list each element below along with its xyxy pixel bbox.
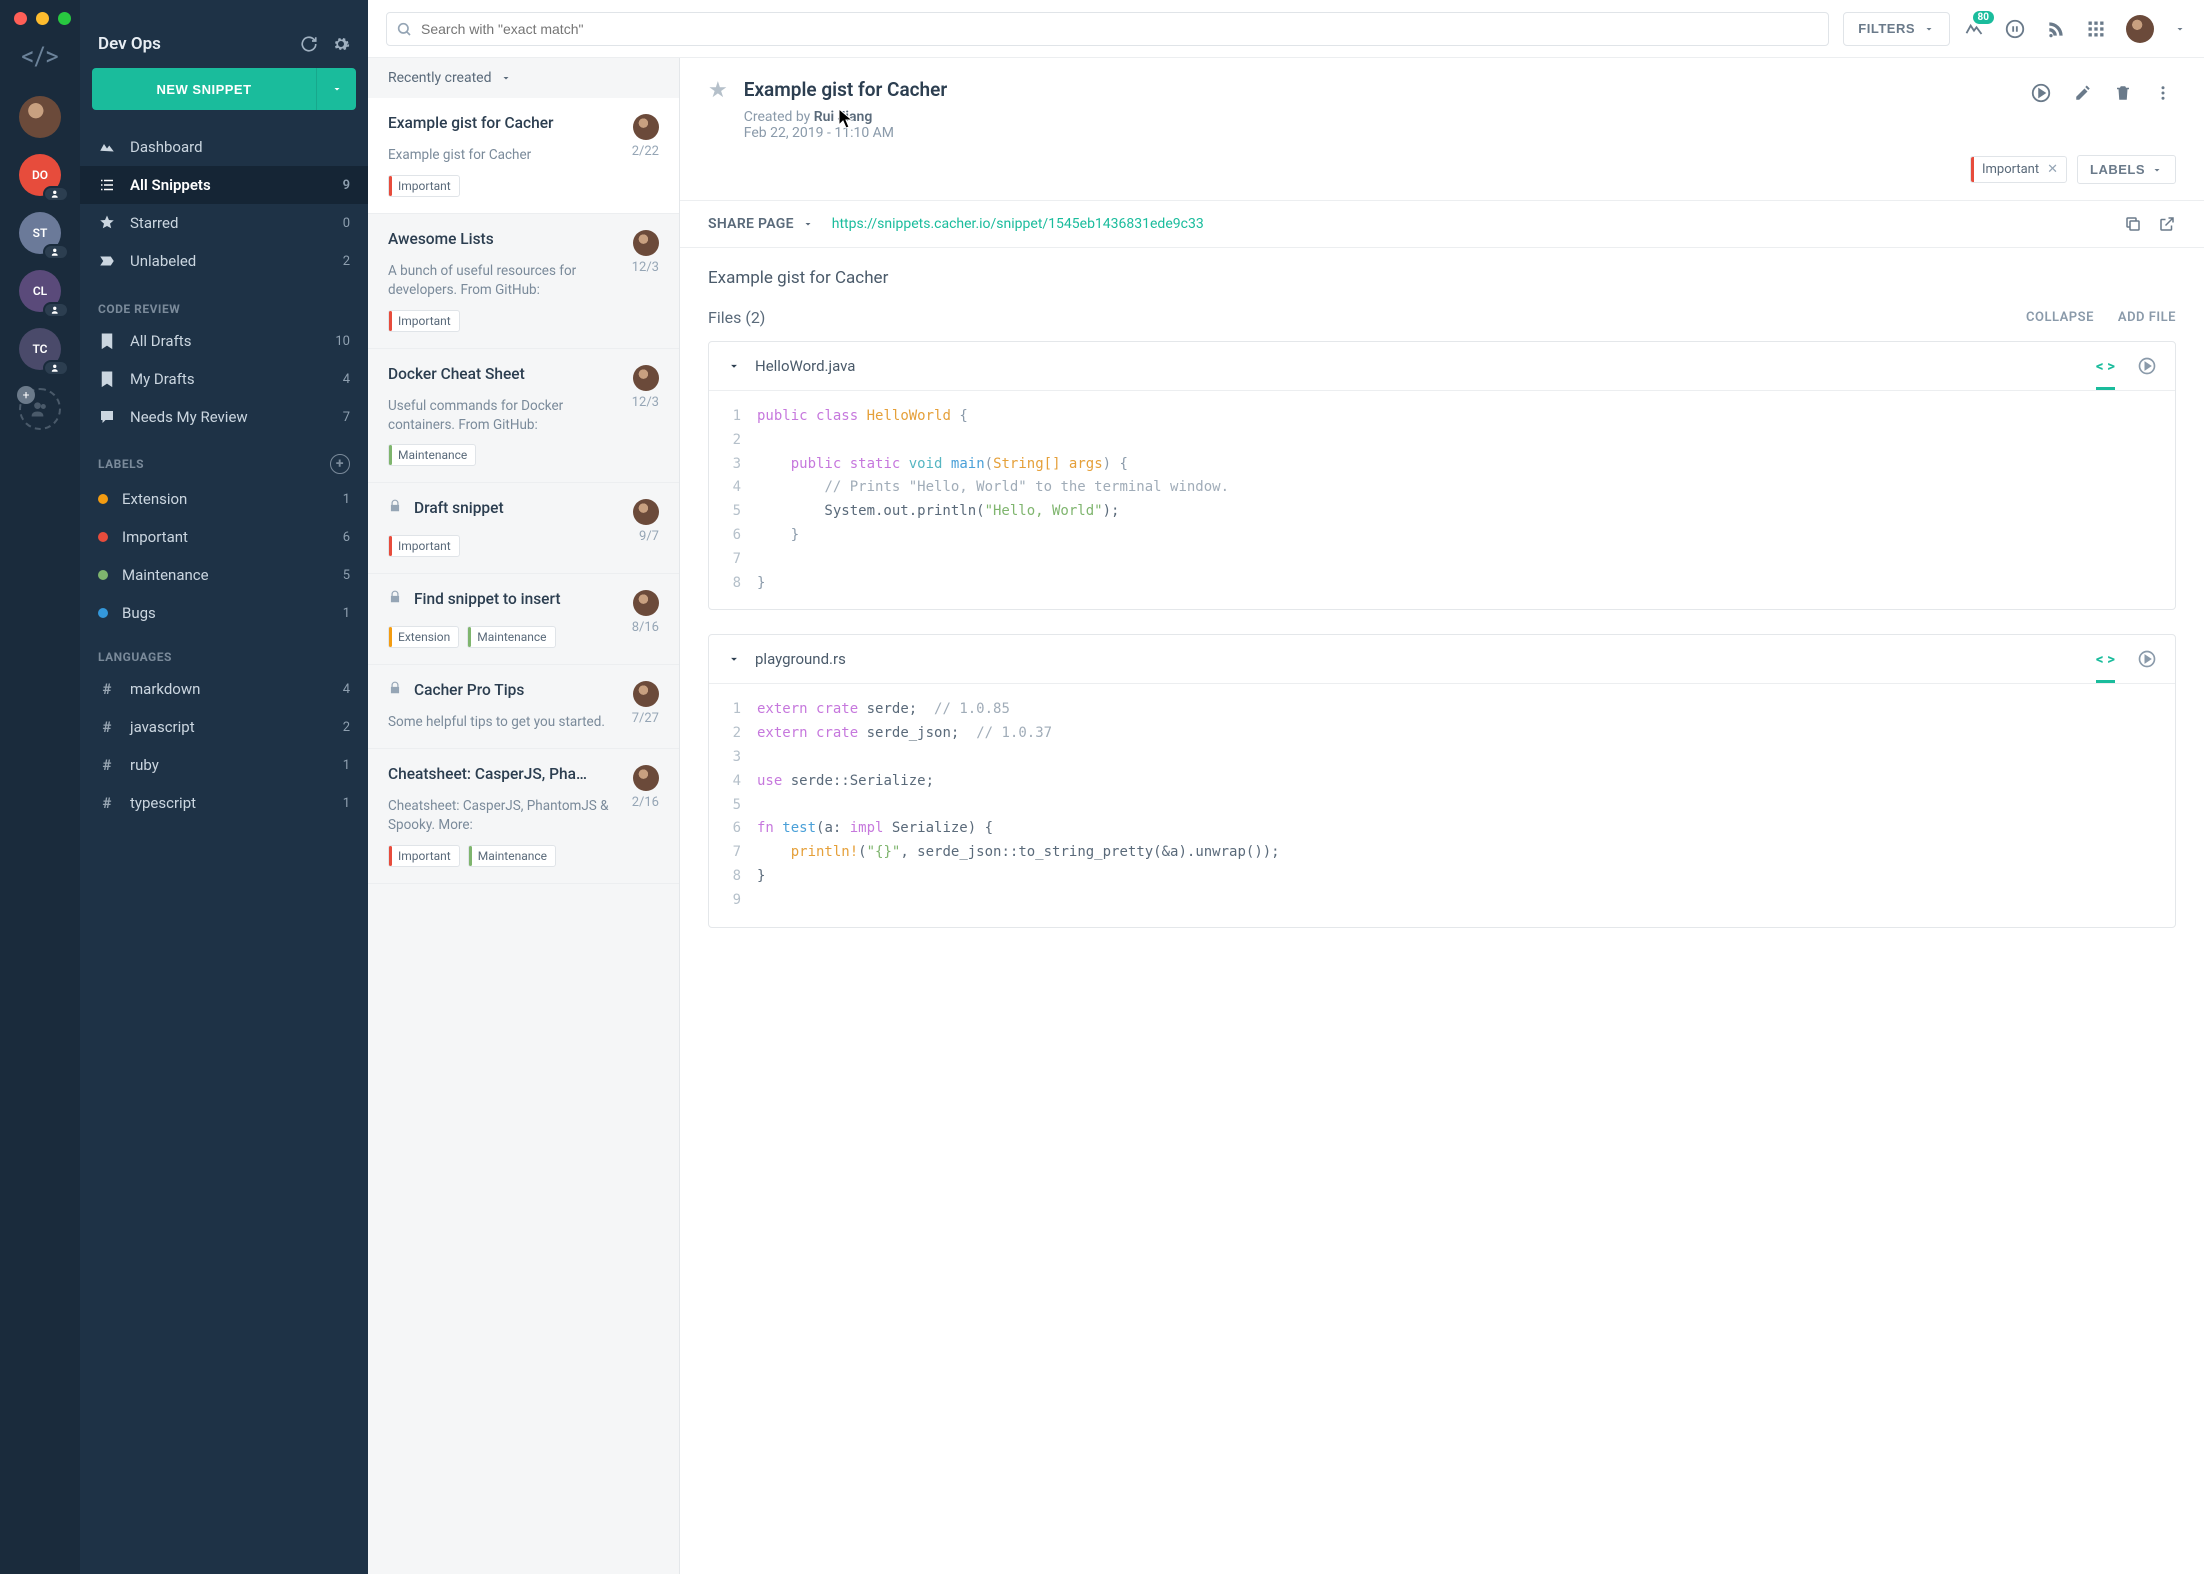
snippet-title: Example gist for Cacher: [744, 78, 2010, 101]
file-card: HelloWord.java< >1public class HelloWorl…: [708, 341, 2176, 610]
copy-icon[interactable]: [2124, 215, 2142, 233]
file-card: playground.rs< >1extern crate serde; // …: [708, 634, 2176, 927]
more-icon[interactable]: [2150, 80, 2176, 106]
language-markdown[interactable]: #markdown4: [80, 670, 368, 708]
run-file-icon[interactable]: [2137, 649, 2157, 669]
maximize-window[interactable]: [58, 12, 71, 25]
label-important[interactable]: Important6: [80, 518, 368, 556]
snippet-meta: Created by Rui Jiang Feb 22, 2019 - 11:1…: [744, 109, 2010, 141]
label-extension[interactable]: Extension1: [80, 480, 368, 518]
label-chip[interactable]: Important ✕: [1970, 156, 2067, 183]
new-snippet-button[interactable]: NEW SNIPPET: [92, 68, 316, 110]
author-avatar: [633, 765, 659, 791]
author-avatar: [633, 681, 659, 707]
snippet-description: Example gist for Cacher: [708, 268, 2176, 288]
team-avatar-user[interactable]: [19, 96, 61, 138]
chevron-down-icon[interactable]: [727, 359, 741, 373]
workspace-title: Dev Ops: [98, 34, 161, 54]
team-rail: </> DO ST CL TC +: [0, 0, 80, 1574]
code-view-icon[interactable]: < >: [2096, 357, 2115, 390]
star-icon[interactable]: ★: [708, 78, 728, 103]
share-url[interactable]: https://snippets.cacher.io/snippet/1545e…: [832, 216, 2106, 232]
remove-label-icon[interactable]: ✕: [2047, 162, 2058, 177]
rss-icon[interactable]: [2046, 19, 2066, 39]
nav-unlabeled[interactable]: Unlabeled2: [80, 242, 368, 280]
labels-button[interactable]: LABELS: [2077, 155, 2176, 184]
share-page-button[interactable]: SHARE PAGE: [708, 216, 814, 232]
nav-all-snippets[interactable]: All Snippets9: [80, 166, 368, 204]
review-all-drafts[interactable]: All Drafts10: [80, 322, 368, 360]
section-labels: LABELS +: [80, 436, 368, 480]
team-avatar-tc[interactable]: TC: [19, 328, 61, 370]
search-icon: [396, 21, 412, 37]
team-avatar-do[interactable]: DO: [19, 154, 61, 196]
author-avatar: [633, 230, 659, 256]
team-avatar-cl[interactable]: CL: [19, 270, 61, 312]
sync-icon[interactable]: [2004, 18, 2026, 40]
nav-dashboard[interactable]: Dashboard: [80, 128, 368, 166]
snippet-list-item[interactable]: Find snippet to insert8/16ExtensionMaint…: [368, 574, 679, 665]
run-icon[interactable]: [2026, 78, 2056, 108]
snippet-list-item[interactable]: Awesome ListsA bunch of useful resources…: [368, 214, 679, 349]
nav-starred[interactable]: Starred0: [80, 204, 368, 242]
file-name: HelloWord.java: [755, 357, 2082, 375]
author-avatar: [633, 499, 659, 525]
snippet-list-item[interactable]: Docker Cheat SheetUseful commands for Do…: [368, 349, 679, 484]
run-file-icon[interactable]: [2137, 356, 2157, 376]
lock-icon: [388, 681, 402, 695]
filters-button[interactable]: FILTERS: [1843, 12, 1950, 46]
lock-icon: [388, 590, 402, 604]
snippet-list-item[interactable]: Cacher Pro TipsSome helpful tips to get …: [368, 665, 679, 749]
add-team-button[interactable]: +: [19, 388, 61, 430]
sidebar: Dev Ops NEW SNIPPET DashboardAll Snippet…: [80, 0, 368, 1574]
section-code-review: CODE REVIEW: [80, 284, 368, 322]
label-bugs[interactable]: Bugs1: [80, 594, 368, 632]
author-avatar: [633, 590, 659, 616]
refresh-icon[interactable]: [300, 35, 318, 53]
gear-icon[interactable]: [332, 35, 350, 53]
language-javascript[interactable]: #javascript2: [80, 708, 368, 746]
snippet-list-item[interactable]: Draft snippet9/7Important: [368, 483, 679, 574]
lock-icon: [388, 499, 402, 513]
add-file-button[interactable]: ADD FILE: [2118, 310, 2176, 325]
user-menu-chevron-icon[interactable]: [2174, 23, 2186, 35]
add-label-button[interactable]: +: [330, 454, 350, 474]
open-external-icon[interactable]: [2158, 215, 2176, 233]
author-avatar: [633, 365, 659, 391]
activity-badge: 80: [1973, 11, 1994, 24]
snippet-list-item[interactable]: Cheatsheet: CasperJS, Pha…Cheatsheet: Ca…: [368, 749, 679, 884]
chevron-down-icon[interactable]: [727, 652, 741, 666]
app-logo-icon: </>: [21, 42, 59, 72]
review-needs-my-review[interactable]: Needs My Review7: [80, 398, 368, 436]
section-languages: LANGUAGES: [80, 632, 368, 670]
snippet-list-item[interactable]: Example gist for CacherExample gist for …: [368, 98, 679, 214]
collapse-button[interactable]: COLLAPSE: [2026, 310, 2094, 325]
files-count: Files (2): [708, 308, 765, 327]
team-avatar-st[interactable]: ST: [19, 212, 61, 254]
label-maintenance[interactable]: Maintenance5: [80, 556, 368, 594]
new-snippet-dropdown[interactable]: [316, 68, 356, 110]
snippet-list-column: Recently created Example gist for Cacher…: [368, 58, 680, 1574]
window-traffic-lights[interactable]: [14, 12, 71, 25]
delete-icon[interactable]: [2110, 80, 2136, 106]
close-window[interactable]: [14, 12, 27, 25]
language-ruby[interactable]: #ruby1: [80, 746, 368, 784]
apps-icon[interactable]: [2086, 19, 2106, 39]
user-avatar[interactable]: [2126, 15, 2154, 43]
topbar: FILTERS 80: [368, 0, 2204, 58]
snippet-detail: ★ Example gist for Cacher Created by Rui…: [680, 58, 2204, 1574]
activity-icon[interactable]: 80: [1964, 19, 1984, 39]
code-view-icon[interactable]: < >: [2096, 650, 2115, 683]
file-name: playground.rs: [755, 650, 2082, 668]
author-avatar: [633, 114, 659, 140]
review-my-drafts[interactable]: My Drafts4: [80, 360, 368, 398]
sort-dropdown[interactable]: Recently created: [368, 58, 679, 98]
minimize-window[interactable]: [36, 12, 49, 25]
edit-icon[interactable]: [2070, 80, 2096, 106]
language-typescript[interactable]: #typescript1: [80, 784, 368, 822]
search-input[interactable]: [386, 12, 1829, 46]
